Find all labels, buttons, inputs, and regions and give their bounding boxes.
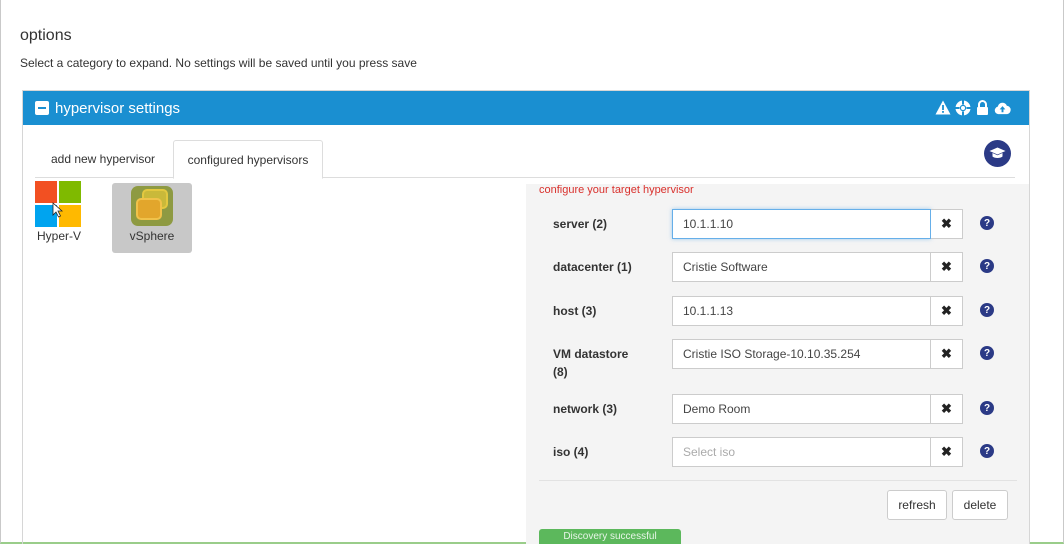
- hypervisor-settings-panel: hypervisor settings add new hypervisor c…: [22, 90, 1030, 544]
- clear-iso-button[interactable]: ✖: [931, 437, 963, 467]
- vsphere-logo-icon: [131, 186, 173, 226]
- question-icon[interactable]: ?: [980, 401, 994, 415]
- close-icon: ✖: [941, 401, 952, 416]
- lifebuoy-icon[interactable]: [954, 99, 971, 116]
- network-input[interactable]: [672, 394, 931, 424]
- form-divider: [539, 480, 1017, 481]
- clear-vm-datastore-button[interactable]: ✖: [931, 339, 963, 369]
- delete-button[interactable]: delete: [952, 490, 1008, 520]
- panel-header[interactable]: hypervisor settings: [23, 91, 1029, 125]
- host-input[interactable]: [672, 296, 931, 326]
- question-icon[interactable]: ?: [980, 303, 994, 317]
- field-label: server (2): [553, 217, 608, 231]
- panel-title: hypervisor settings: [55, 99, 181, 117]
- hypervisor-label-vsphere: vSphere: [129, 229, 175, 243]
- clear-datacenter-button[interactable]: ✖: [931, 252, 963, 282]
- close-icon: ✖: [941, 444, 952, 459]
- hypervisor-label-hyperv: Hyper-V: [36, 229, 81, 243]
- clear-network-button[interactable]: ✖: [931, 394, 963, 424]
- field-label: host (3): [553, 304, 597, 318]
- question-icon[interactable]: ?: [980, 444, 994, 458]
- question-icon[interactable]: ?: [980, 259, 994, 273]
- refresh-button[interactable]: refresh: [887, 490, 947, 520]
- close-icon: ✖: [941, 259, 952, 274]
- datacenter-input[interactable]: [672, 252, 931, 282]
- clear-host-button[interactable]: ✖: [931, 296, 963, 326]
- page-title: options: [20, 27, 72, 44]
- windows-logo-icon: [35, 181, 81, 227]
- vm-datastore-input[interactable]: [672, 339, 931, 369]
- field-label: iso (4): [553, 445, 589, 459]
- collapse-button[interactable]: [35, 101, 49, 115]
- close-icon: ✖: [941, 346, 952, 361]
- close-icon: ✖: [941, 303, 952, 318]
- hypervisor-tabs: add new hypervisor configured hypervisor…: [35, 140, 1015, 179]
- header-icons: [934, 99, 1011, 116]
- question-icon[interactable]: ?: [980, 346, 994, 360]
- tab-add-new-hypervisor[interactable]: add new hypervisor: [35, 140, 171, 178]
- form-heading: configure your target hypervisor: [539, 184, 694, 196]
- server-input[interactable]: [672, 209, 931, 239]
- field-label: network (3): [553, 402, 618, 416]
- clear-server-button[interactable]: ✖: [931, 209, 963, 239]
- field-label: VM datastore (8): [553, 347, 629, 379]
- close-icon: ✖: [941, 216, 952, 231]
- page-subtitle: Select a category to expand. No settings…: [20, 56, 417, 70]
- question-icon[interactable]: ?: [980, 216, 994, 230]
- warning-icon[interactable]: [934, 99, 951, 116]
- graduation-cap-icon[interactable]: [984, 140, 1011, 167]
- iso-select[interactable]: [672, 437, 931, 467]
- hypervisor-tile-hyperv[interactable]: Hyper-V: [33, 181, 85, 243]
- hypervisor-tile-vsphere[interactable]: vSphere: [112, 183, 192, 253]
- lock-icon[interactable]: [974, 99, 991, 116]
- status-badge: Discovery successful: [539, 529, 681, 544]
- cloud-upload-icon[interactable]: [994, 99, 1011, 116]
- field-label: datacenter (1): [553, 260, 632, 274]
- configure-hypervisor-form: configure your target hypervisor server …: [526, 184, 1029, 544]
- tab-configured-hypervisors[interactable]: configured hypervisors: [173, 140, 323, 179]
